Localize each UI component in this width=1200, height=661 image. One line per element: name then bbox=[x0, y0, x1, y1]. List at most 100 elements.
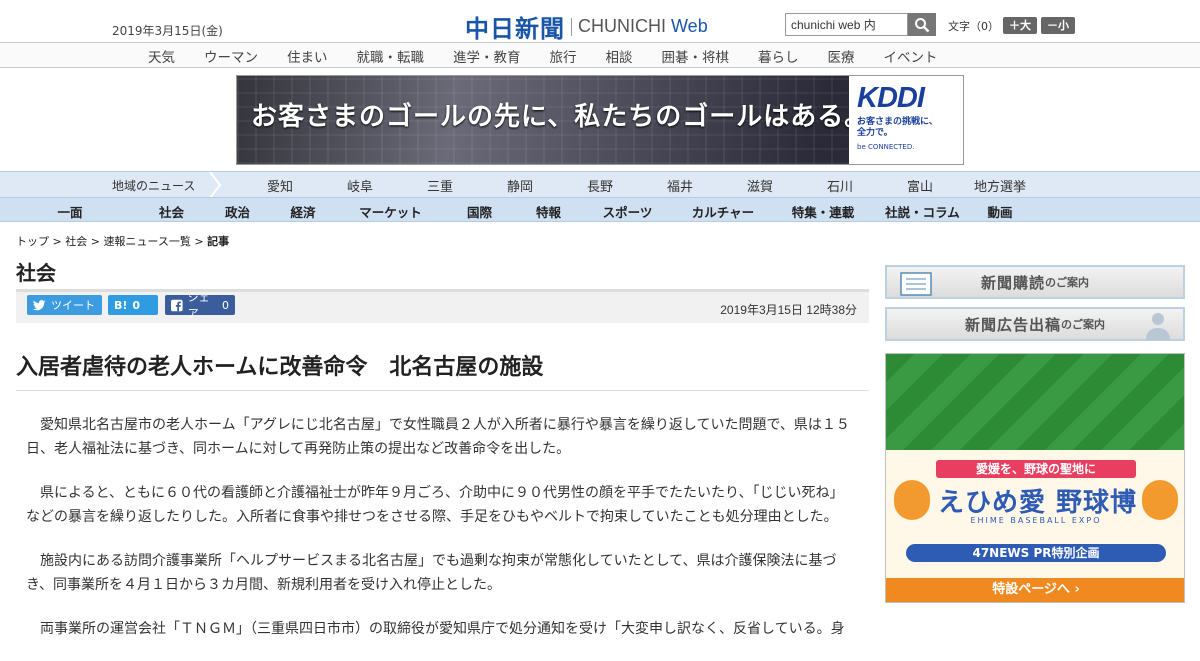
advertise-link[interactable]: 新聞広告出稿 のご案内 bbox=[885, 307, 1185, 341]
breadcrumb: トップ > 社会 > 速報ニュース一覧 > 記事 bbox=[16, 233, 229, 249]
facebook-label: シェア bbox=[187, 291, 210, 320]
header-date: 2019年3月15日(金) bbox=[112, 24, 223, 38]
region-nav-item-0[interactable]: 愛知 bbox=[240, 176, 320, 195]
category-nav-item-4[interactable]: マーケット bbox=[334, 202, 447, 221]
kddi-tagline-2: 全力で。 bbox=[857, 128, 893, 138]
region-nav-item-7[interactable]: 石川 bbox=[800, 176, 880, 195]
category-nav-item-0[interactable]: 一面 bbox=[0, 202, 140, 221]
breadcrumb-section[interactable]: 社会 bbox=[65, 235, 87, 248]
article-body: 愛知県北名古屋市の老人ホーム「アグレにじ北名古屋」で女性職員２人が入所者に暴行や… bbox=[26, 413, 856, 661]
category-nav-item-9[interactable]: 特集・連載 bbox=[776, 202, 870, 221]
category-nav-item-11[interactable]: 動画 bbox=[975, 202, 1025, 221]
article-paragraph: 施設内にある訪問介護事業所「ヘルプサービスまる北名古屋」でも過剰な拘束が常態化し… bbox=[26, 553, 837, 593]
font-smaller-button[interactable]: －小 bbox=[1041, 17, 1075, 34]
subscribe-main-label: 新聞購読 bbox=[980, 273, 1045, 292]
kddi-brand-panel: KDDI お客さまの挑戦に、 全力で。 be CONNECTED. bbox=[849, 76, 963, 164]
facebook-share-button[interactable]: シェア 0 bbox=[165, 291, 235, 320]
ad-pr-label: 47NEWS PR特別企画 bbox=[906, 544, 1166, 562]
global-nav-list: 天気 ウーマン 住まい 就職・転職 進学・教育 旅行 相談 囲碁・将棋 暮らし 医療 イベント bbox=[148, 46, 967, 66]
font-size-label: 文字（0） bbox=[948, 19, 999, 33]
ad-lead: 愛媛を、野球の聖地に bbox=[936, 460, 1136, 478]
kddi-sub: be CONNECTED. bbox=[857, 143, 915, 151]
kddi-tagline-1: お客さまの挑戦に、 bbox=[857, 117, 938, 127]
global-nav-item-3[interactable]: 就職・転職 bbox=[357, 46, 425, 66]
region-nav-item-8[interactable]: 富山 bbox=[880, 176, 960, 195]
category-nav-item-6[interactable]: 特報 bbox=[512, 202, 585, 221]
chevron-right-icon bbox=[209, 172, 222, 198]
tweet-label: ツイート bbox=[51, 299, 95, 312]
ad-title: えひめ愛 野球博 bbox=[938, 488, 1138, 518]
global-nav-item-8[interactable]: 暮らし bbox=[758, 46, 799, 66]
banner-ad[interactable]: お客さまのゴールの先に、私たちのゴールはある。 KDDI お客さまの挑戦に、 全力… bbox=[236, 75, 964, 165]
global-nav-item-2[interactable]: 住まい bbox=[287, 46, 328, 66]
logo-kanji: 中日新聞 bbox=[465, 14, 565, 43]
ad-cta-button[interactable]: 特設ページへ › bbox=[886, 578, 1184, 602]
breadcrumb-current: 記事 bbox=[207, 235, 230, 248]
banner-copy: お客さまのゴールの先に、私たちのゴールはある。 bbox=[251, 102, 872, 132]
category-nav-item-8[interactable]: カルチャー bbox=[670, 202, 776, 221]
hatena-icon: B! bbox=[114, 298, 128, 312]
headline-divider bbox=[16, 390, 869, 391]
global-nav-item-4[interactable]: 進学・教育 bbox=[453, 46, 521, 66]
logo-english: CHUNICHI Web bbox=[578, 16, 708, 37]
region-nav-item-2[interactable]: 三重 bbox=[400, 176, 480, 195]
breadcrumb-top[interactable]: トップ bbox=[16, 235, 49, 248]
subscribe-small-label: のご案内 bbox=[1045, 276, 1089, 289]
share-bar: ツイート B! 0 シェア 0 2019年3月15日 12時38分 bbox=[16, 289, 869, 323]
logo-web-text: Web bbox=[671, 16, 708, 36]
breadcrumb-sep: > bbox=[90, 235, 100, 248]
region-nav-list: 愛知 岐阜 三重 静岡 長野 福井 滋賀 石川 富山 地方選挙 bbox=[240, 176, 1040, 195]
global-nav-item-7[interactable]: 囲碁・将棋 bbox=[662, 46, 730, 66]
category-nav-item-1[interactable]: 社会 bbox=[140, 202, 203, 221]
article-paragraph: 愛知県北名古屋市の老人ホーム「アグレにじ北名古屋」で女性職員２人が入所者に暴行や… bbox=[26, 417, 850, 457]
breadcrumb-sep: > bbox=[194, 235, 204, 248]
tweet-button[interactable]: ツイート bbox=[27, 295, 102, 315]
region-nav: 地域のニュース 愛知 岐阜 三重 静岡 長野 福井 滋賀 石川 富山 地方選挙 bbox=[0, 171, 1200, 198]
facebook-count: 0 bbox=[222, 298, 229, 312]
global-nav-item-9[interactable]: 医療 bbox=[828, 46, 855, 66]
region-nav-item-9[interactable]: 地方選挙 bbox=[960, 176, 1040, 195]
article-paragraph: 県によると、ともに６０代の看護師と介護福祉士が昨年９月ごろ、介助中に９０代男性の… bbox=[26, 485, 844, 525]
newspaper-icon bbox=[900, 272, 932, 296]
article-headline: 入居者虐待の老人ホームに改善命令 北名古屋の施設 bbox=[16, 355, 544, 380]
category-nav: 一面 社会 政治 経済 マーケット 国際 特報 スポーツ カルチャー 特集・連載 社説・コラム 動画 bbox=[0, 197, 1200, 222]
side-ad[interactable]: 愛媛を、野球の聖地に えひめ愛 野球博 EHIME BASEBALL EXPO … bbox=[885, 353, 1185, 603]
category-nav-item-5[interactable]: 国際 bbox=[447, 202, 512, 221]
category-nav-item-2[interactable]: 政治 bbox=[203, 202, 272, 221]
region-nav-item-3[interactable]: 静岡 bbox=[480, 176, 560, 195]
region-nav-item-4[interactable]: 長野 bbox=[560, 176, 640, 195]
search-icon bbox=[915, 17, 930, 32]
hatena-bookmark-button[interactable]: B! 0 bbox=[108, 295, 158, 315]
facebook-icon bbox=[171, 299, 183, 311]
logo-en-text: CHUNICHI bbox=[578, 16, 666, 36]
global-nav-item-1[interactable]: ウーマン bbox=[204, 46, 258, 66]
category-nav-item-3[interactable]: 経済 bbox=[272, 202, 334, 221]
breadcrumb-list[interactable]: 速報ニュース一覧 bbox=[103, 235, 190, 248]
ad-banner-panel: 愛媛を、野球の聖地に えひめ愛 野球博 EHIME BASEBALL EXPO … bbox=[886, 450, 1184, 580]
font-larger-button[interactable]: ＋大 bbox=[1003, 17, 1037, 34]
region-nav-title: 地域のニュース bbox=[112, 179, 196, 193]
global-nav-item-10[interactable]: イベント bbox=[884, 46, 938, 66]
advertise-main-label: 新聞広告出稿 bbox=[964, 315, 1061, 334]
global-nav-item-0[interactable]: 天気 bbox=[148, 46, 175, 66]
category-nav-item-10[interactable]: 社説・コラム bbox=[870, 202, 975, 221]
logo-divider bbox=[571, 17, 572, 36]
hatena-count: 0 bbox=[132, 298, 141, 312]
mascot-icon bbox=[894, 480, 930, 520]
site-search bbox=[785, 13, 936, 36]
advertise-small-label: のご案内 bbox=[1061, 318, 1105, 331]
global-nav-item-5[interactable]: 旅行 bbox=[550, 46, 577, 66]
global-nav-item-6[interactable]: 相談 bbox=[606, 46, 633, 66]
global-nav: 天気 ウーマン 住まい 就職・転職 進学・教育 旅行 相談 囲碁・将棋 暮らし 医療 イベント bbox=[0, 42, 1200, 68]
region-nav-item-1[interactable]: 岐阜 bbox=[320, 176, 400, 195]
search-button[interactable] bbox=[908, 13, 936, 36]
subscribe-link[interactable]: 新聞購読 のご案内 bbox=[885, 265, 1185, 299]
region-nav-item-6[interactable]: 滋賀 bbox=[720, 176, 800, 195]
site-logo[interactable]: 中日新聞 CHUNICHI Web bbox=[465, 9, 708, 44]
kddi-logo: KDDI bbox=[857, 82, 925, 114]
published-timestamp: 2019年3月15日 12時38分 bbox=[720, 303, 857, 317]
category-nav-item-7[interactable]: スポーツ bbox=[585, 202, 670, 221]
search-input[interactable] bbox=[785, 13, 908, 36]
kddi-tagline: お客さまの挑戦に、 全力で。 bbox=[857, 117, 955, 139]
region-nav-item-5[interactable]: 福井 bbox=[640, 176, 720, 195]
